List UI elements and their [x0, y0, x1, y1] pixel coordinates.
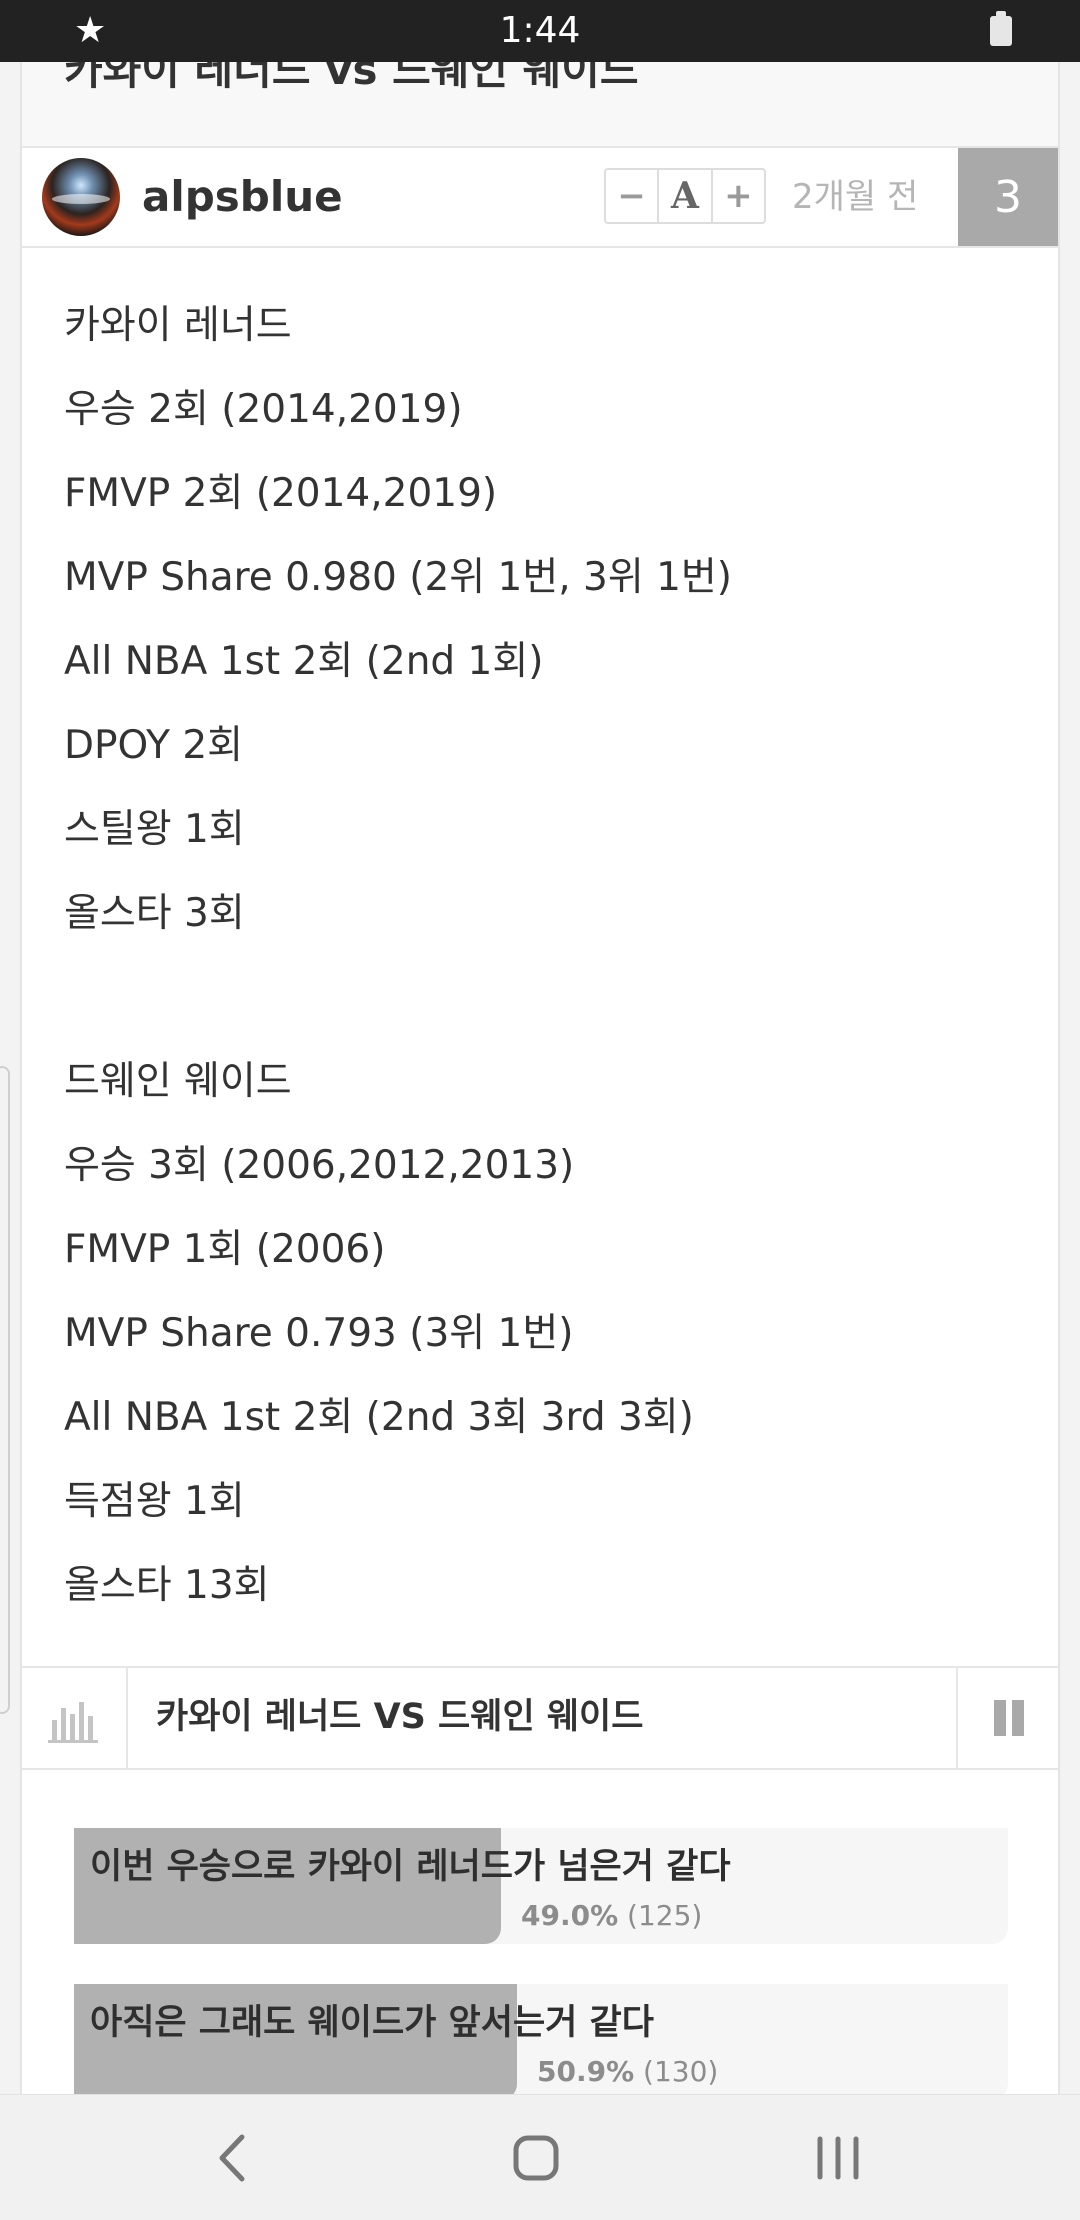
battery-icon: [990, 11, 1012, 46]
font-size-controls: − A +: [604, 168, 766, 224]
bar-chart-icon: [48, 1702, 98, 1743]
body-line: 드웨인 웨이드: [64, 1059, 292, 1104]
poll-option-stats: 50.9% (130): [537, 2054, 718, 2090]
poll-title: 카와이 레너드 VS 드웨인 웨이드: [156, 1697, 644, 1737]
body-line: MVP Share 0.793 (3위 1번): [64, 1311, 574, 1356]
pause-bar-left: [994, 1700, 1006, 1736]
poll-option[interactable]: 이번 우승으로 카와이 레너드가 넘은거 같다 49.0% (125): [74, 1828, 1008, 1944]
body-line: 스틸왕 1회: [64, 807, 245, 852]
poll-chart-button[interactable]: [22, 1668, 128, 1768]
poll-header: 카와이 레너드 VS 드웨인 웨이드: [22, 1666, 1058, 1770]
font-decrease-button[interactable]: −: [606, 170, 660, 222]
body-line: DPOY 2회: [64, 723, 244, 768]
author-row: alpsblue − A + 2개월 전 3: [22, 148, 1058, 248]
post-time: 2개월 전: [792, 177, 919, 217]
back-icon[interactable]: [194, 2123, 274, 2193]
comment-count-badge[interactable]: 3: [958, 148, 1058, 246]
font-reset-button[interactable]: A: [659, 170, 713, 222]
avatar[interactable]: [42, 158, 120, 236]
body-line: 올스타 3회: [64, 891, 245, 936]
article-card: 카와이 레너드 vs 드웨인 웨이드 alpsblue − A + 2개월 전 …: [20, 45, 1060, 2100]
poll-option-count: (125): [627, 1899, 703, 1932]
recent-apps-icon[interactable]: [798, 2123, 878, 2193]
pause-icon[interactable]: [956, 1668, 1060, 1768]
article-title-bar: 카와이 레너드 vs 드웨인 웨이드: [22, 45, 1058, 148]
status-time: 1:44: [499, 10, 581, 51]
poll-option-stats: 49.0% (125): [521, 1898, 702, 1934]
home-icon[interactable]: [496, 2123, 576, 2193]
body-line: 카와이 레너드: [64, 303, 292, 348]
poll-option-label: 아직은 그래도 웨이드가 앞서는거 같다: [90, 2003, 654, 2043]
body-line: 올스타 13회: [64, 1563, 270, 1608]
body-line: FMVP 1회 (2006): [64, 1227, 386, 1272]
scroll-indicator[interactable]: [0, 1066, 10, 1714]
author-name[interactable]: alpsblue: [142, 172, 343, 222]
body-line: 득점왕 1회: [64, 1479, 245, 1524]
body-line: All NBA 1st 2회 (2nd 3회 3rd 3회): [64, 1395, 694, 1440]
pause-bar-right: [1012, 1700, 1024, 1736]
body-line: MVP Share 0.980 (2위 1번, 3위 1번): [64, 555, 733, 600]
body-line: All NBA 1st 2회 (2nd 1회): [64, 639, 544, 684]
body-line: 우승 2회 (2014,2019): [64, 387, 463, 432]
poll-option-percent: 50.9%: [537, 2055, 635, 2088]
poll-option-percent: 49.0%: [521, 1899, 619, 1932]
article-body: 카와이 레너드 우승 2회 (2014,2019) FMVP 2회 (2014,…: [64, 296, 732, 1640]
poll-option-count: (130): [643, 2055, 719, 2088]
body-line: 우승 3회 (2006,2012,2013): [64, 1143, 575, 1188]
navigation-bar: [0, 2094, 1080, 2220]
body-line: FMVP 2회 (2014,2019): [64, 471, 498, 516]
font-increase-button[interactable]: +: [713, 170, 764, 222]
poll-option-label: 이번 우승으로 카와이 레너드가 넘은거 같다: [90, 1847, 731, 1887]
screen: ★ 1:44 카와이 레너드 vs 드웨인 웨이드 alpsblue − A +…: [0, 0, 1080, 2220]
poll-option[interactable]: 아직은 그래도 웨이드가 앞서는거 같다 50.9% (130): [74, 1984, 1008, 2100]
status-bar: ★ 1:44: [0, 0, 1080, 62]
